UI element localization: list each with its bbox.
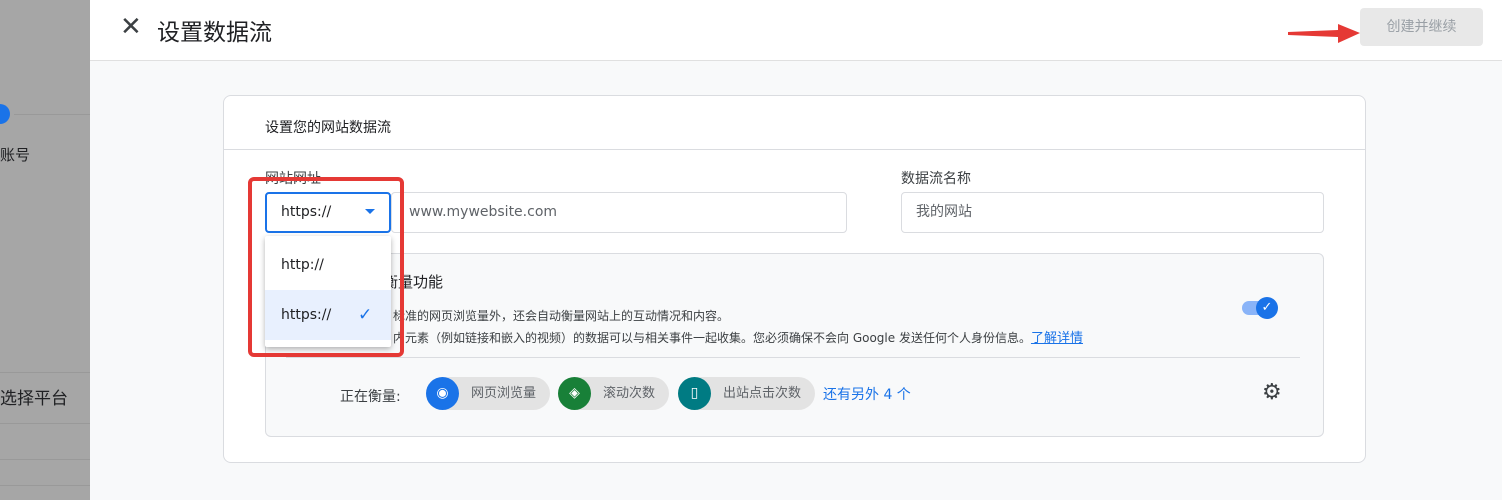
sidebar-item-platform[interactable]: 选择平台 (0, 384, 68, 409)
sidebar-overlay: 账号 选择平台 (0, 0, 90, 500)
more-events-link[interactable]: 还有另外 4 个 (823, 384, 911, 404)
chip-outbound-clicks: ▯ 出站点击次数 (678, 377, 815, 410)
header: ✕ 设置数据流 创建并继续 (90, 0, 1502, 61)
chip-scrolls: ◈ 滚动次数 (558, 377, 669, 410)
card-title: 设置您的网站数据流 (265, 120, 391, 136)
toggle-check-icon: ✓ (1256, 297, 1278, 319)
chip-page-views: ◉ 网页浏览量 (426, 377, 550, 410)
chip-label: 滚动次数 (603, 386, 656, 401)
step-check-icon (0, 104, 10, 124)
enhanced-desc-1: 标准的网页浏览量外，还会自动衡量网站上的互动情况和内容。 (393, 309, 730, 323)
settings-gear-icon[interactable]: ⚙ (1262, 380, 1282, 405)
url-input[interactable]: www.mywebsite.com (391, 192, 847, 233)
stream-name-input[interactable]: 我的网站 (901, 192, 1324, 233)
mouse-icon: ▯ (678, 377, 711, 410)
page-title: 设置数据流 (157, 20, 272, 46)
create-continue-button[interactable]: 创建并继续 (1360, 8, 1483, 46)
chip-label: 出站点击次数 (723, 386, 802, 401)
enhanced-desc-2-text: 内元素（例如链接和嵌入的视频）的数据可以与相关事件一起收集。您必须确保不会向 G… (393, 331, 1031, 345)
chip-label: 网页浏览量 (471, 386, 537, 401)
eye-icon: ◉ (426, 377, 459, 410)
close-icon[interactable]: ✕ (120, 12, 142, 42)
scroll-icon: ◈ (558, 377, 591, 410)
enhanced-desc-2: 内元素（例如链接和嵌入的视频）的数据可以与相关事件一起收集。您必须确保不会向 G… (393, 327, 1083, 346)
enhanced-toggle[interactable]: ✓ (1242, 297, 1278, 319)
annotation-highlight-box (248, 177, 404, 357)
learn-more-link[interactable]: 了解详情 (1031, 331, 1083, 346)
measuring-label: 正在衡量: (340, 389, 401, 405)
name-label: 数据流名称 (901, 171, 971, 187)
sidebar-item-account[interactable]: 账号 (0, 144, 30, 165)
annotation-arrow (1288, 24, 1360, 43)
